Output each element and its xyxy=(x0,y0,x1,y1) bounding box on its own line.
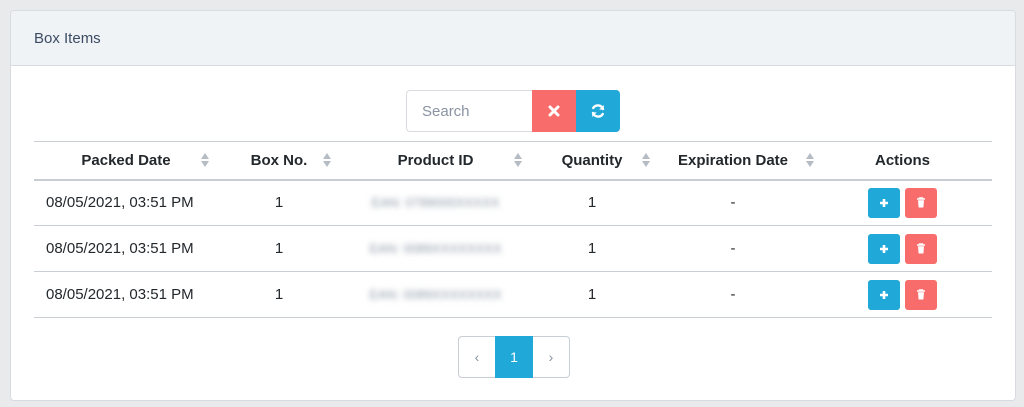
card-header: Box Items xyxy=(11,11,1015,66)
quantity-cell: 1 xyxy=(531,225,653,272)
product-id-value: EAN: 0789000XXXXX xyxy=(371,195,500,211)
sort-icon xyxy=(201,153,209,168)
actions-cell xyxy=(813,179,992,226)
table-row: 08/05/2021, 03:51 PM 1 EAN: 0789000XXXXX… xyxy=(34,179,992,226)
sort-icon xyxy=(514,153,522,168)
page-1-button[interactable]: 1 xyxy=(495,336,533,378)
product-id-cell: EAN: 0789000XXXXX xyxy=(340,179,531,226)
product-id-cell: EAN: 0089XXXXXXXX xyxy=(340,271,531,318)
refresh-icon xyxy=(591,104,605,118)
clear-search-button[interactable] xyxy=(532,90,576,132)
delete-item-button[interactable] xyxy=(905,233,937,264)
search-toolbar xyxy=(406,90,620,132)
plus-icon xyxy=(880,244,888,253)
actions-cell xyxy=(813,271,992,318)
packed-date-cell: 08/05/2021, 03:51 PM xyxy=(34,271,218,318)
expiration-date-cell: - xyxy=(653,271,813,318)
trash-icon xyxy=(917,197,925,208)
box-no-cell: 1 xyxy=(218,179,340,226)
trash-icon xyxy=(917,289,925,300)
plus-icon xyxy=(880,290,888,299)
delete-item-button[interactable] xyxy=(905,279,937,310)
box-no-cell: 1 xyxy=(218,271,340,318)
product-id-value: EAN: 0089XXXXXXXX xyxy=(369,241,502,256)
expiration-date-cell: - xyxy=(653,225,813,272)
add-item-button[interactable] xyxy=(868,279,900,310)
quantity-cell: 1 xyxy=(531,179,653,226)
plus-icon xyxy=(880,198,888,207)
actions-cell xyxy=(813,225,992,272)
column-header-actions: Actions xyxy=(813,141,992,181)
next-page-button[interactable]: › xyxy=(533,336,570,378)
search-input[interactable] xyxy=(406,90,532,132)
refresh-button[interactable] xyxy=(576,90,620,132)
product-id-value: EAN: 0089XXXXXXXX xyxy=(369,287,502,302)
box-items-table: Packed Date Box No. Product ID Quantity … xyxy=(34,141,992,318)
sort-icon xyxy=(642,153,650,168)
column-header-expiration-date[interactable]: Expiration Date xyxy=(653,141,814,181)
column-header-quantity[interactable]: Quantity xyxy=(531,141,653,181)
packed-date-cell: 08/05/2021, 03:51 PM xyxy=(34,179,218,226)
column-header-product-id[interactable]: Product ID xyxy=(340,141,531,181)
expiration-date-cell: - xyxy=(653,179,813,226)
trash-icon xyxy=(917,243,925,254)
table-row: 08/05/2021, 03:51 PM 1 EAN: 0089XXXXXXXX… xyxy=(34,271,992,318)
previous-page-button[interactable]: ‹ xyxy=(458,336,495,378)
column-header-packed-date[interactable]: Packed Date xyxy=(34,141,218,181)
table-row: 08/05/2021, 03:51 PM 1 EAN: 0089XXXXXXXX… xyxy=(34,225,992,272)
table-header-row: Packed Date Box No. Product ID Quantity … xyxy=(34,141,992,181)
sort-icon xyxy=(323,153,331,168)
pagination: ‹ 1 › xyxy=(458,336,570,378)
quantity-cell: 1 xyxy=(531,271,653,318)
times-icon xyxy=(548,105,560,117)
box-items-card: Box Items Packed Date xyxy=(10,10,1016,401)
column-header-box-no[interactable]: Box No. xyxy=(218,141,340,181)
add-item-button[interactable] xyxy=(868,233,900,264)
add-item-button[interactable] xyxy=(868,187,900,218)
packed-date-cell: 08/05/2021, 03:51 PM xyxy=(34,225,218,272)
product-id-cell: EAN: 0089XXXXXXXX xyxy=(340,225,531,272)
card-title: Box Items xyxy=(34,29,101,47)
delete-item-button[interactable] xyxy=(905,187,937,218)
box-no-cell: 1 xyxy=(218,225,340,272)
